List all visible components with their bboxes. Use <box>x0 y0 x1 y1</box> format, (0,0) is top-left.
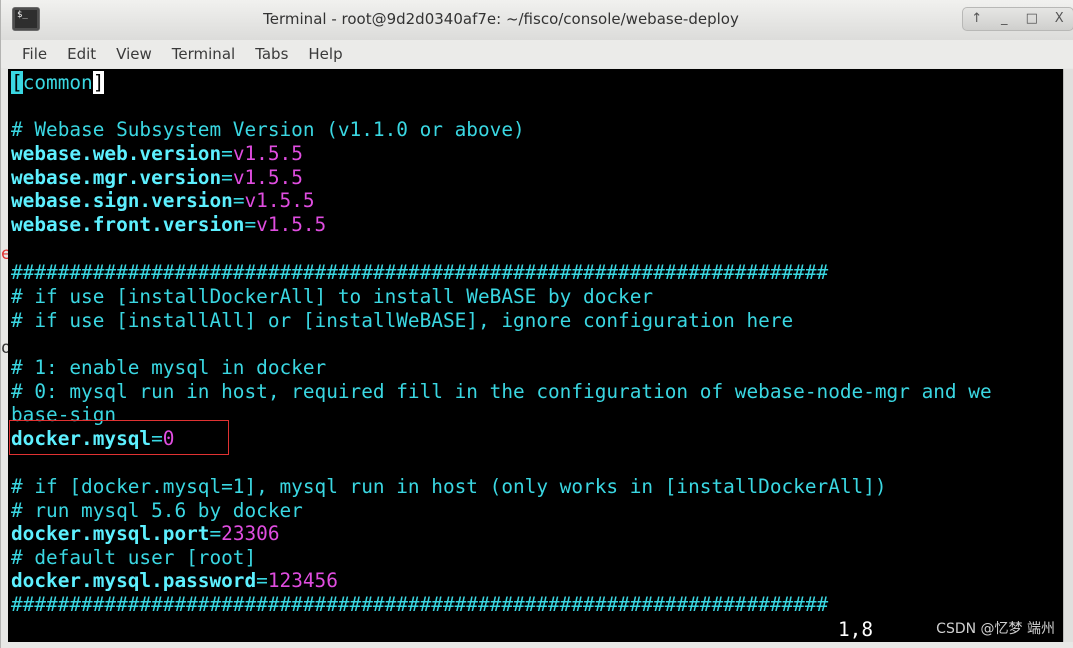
config-line-web-version: webase.web.version=v1.5.5 <box>11 142 303 166</box>
config-value: v1.5.5 <box>256 213 327 236</box>
comment-line: # 1: enable mysql in docker <box>11 356 327 379</box>
config-key: webase.sign.version <box>11 189 233 212</box>
config-key: webase.web.version <box>11 142 222 165</box>
section-header-line: [common] <box>11 71 105 95</box>
equals-sign: = <box>244 213 257 236</box>
config-line-docker-mysql-password: docker.mysql.password=123456 <box>11 569 338 593</box>
comment-line: # default user [root] <box>11 546 257 569</box>
equals-sign: = <box>209 522 222 545</box>
comment-line: # run mysql 5.6 by docker <box>11 499 303 522</box>
window-controls: ↑ _ □ X <box>962 7 1073 31</box>
menu-edit[interactable]: Edit <box>57 45 106 63</box>
config-key: docker.mysql.port <box>11 522 210 545</box>
equals-sign: = <box>221 166 233 189</box>
section-close-bracket: ] <box>92 71 105 94</box>
terminal-area[interactable]: [common] # Webase Subsystem Version (v1.… <box>8 69 1063 642</box>
equals-sign: = <box>256 569 268 592</box>
equals-sign: = <box>232 189 245 212</box>
maximize-icon[interactable]: □ <box>1020 9 1044 29</box>
background-artifact: e <box>1 244 8 264</box>
config-key: webase.front.version <box>11 213 245 236</box>
menu-tabs[interactable]: Tabs <box>245 45 298 63</box>
annotation-highlight-box <box>9 420 229 455</box>
keep-above-icon[interactable]: ↑ <box>965 9 989 29</box>
title-bar[interactable]: $_ Terminal - root@9d2d0340af7e: ~/fisco… <box>1 0 1073 41</box>
minimize-icon[interactable]: _ <box>992 9 1016 29</box>
config-line-front-version: webase.front.version=v1.5.5 <box>11 213 326 237</box>
config-line-mgr-version: webase.mgr.version=v1.5.5 <box>11 166 303 190</box>
background-artifact: o <box>1 338 8 358</box>
config-value: 23306 <box>221 522 280 545</box>
config-key: docker.mysql.password <box>11 569 257 592</box>
config-value: v1.5.5 <box>244 189 315 212</box>
hash-separator: ########################################… <box>11 593 829 616</box>
config-value: v1.5.5 <box>232 166 303 189</box>
menu-terminal[interactable]: Terminal <box>162 45 245 63</box>
terminal-scrollbar[interactable] <box>1063 69 1073 642</box>
menu-help[interactable]: Help <box>298 45 352 63</box>
cursor: [ <box>11 71 23 94</box>
terminal-window: $_ Terminal - root@9d2d0340af7e: ~/fisco… <box>0 0 1073 648</box>
section-name: common <box>22 71 93 94</box>
watermark: CSDN @忆梦 端州 <box>936 621 1055 637</box>
terminal-app-icon[interactable]: $_ <box>12 7 40 31</box>
config-value: 123456 <box>267 569 338 592</box>
comment-line: # 0: mysql run in host, required fill in… <box>11 380 992 403</box>
config-line-docker-mysql-port: docker.mysql.port=23306 <box>11 522 280 546</box>
menu-file[interactable]: File <box>1 45 57 63</box>
close-icon[interactable]: X <box>1047 9 1071 29</box>
hash-separator: ########################################… <box>11 261 829 284</box>
comment-line: # if use [installDockerAll] to install W… <box>11 285 654 308</box>
config-value: v1.5.5 <box>232 142 303 165</box>
menu-bar: File Edit View Terminal Tabs Help <box>1 40 1073 68</box>
comment-line: # if [docker.mysql=1], mysql run in host… <box>11 475 887 498</box>
comment-line: # Webase Subsystem Version (v1.1.0 or ab… <box>11 118 525 141</box>
menu-view[interactable]: View <box>106 45 162 63</box>
window-title: Terminal - root@9d2d0340af7e: ~/fisco/co… <box>263 10 739 28</box>
equals-sign: = <box>221 142 233 165</box>
config-key: webase.mgr.version <box>11 166 222 189</box>
comment-line: # if use [installAll] or [installWeBASE]… <box>11 309 794 332</box>
config-line-sign-version: webase.sign.version=v1.5.5 <box>11 189 315 213</box>
cursor-position: 1,8 <box>838 618 874 641</box>
